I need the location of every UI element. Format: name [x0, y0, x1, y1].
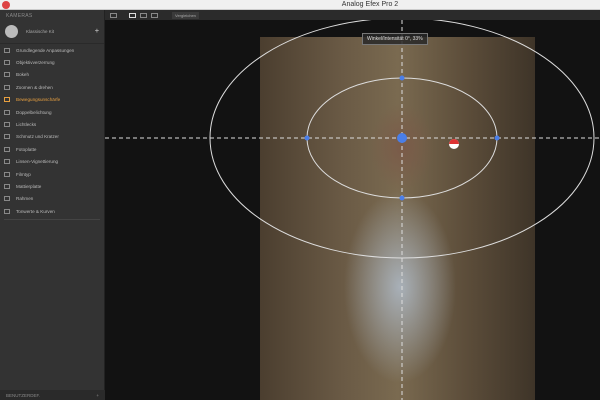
handle-top: [399, 75, 405, 81]
add-icon[interactable]: +: [95, 28, 99, 35]
cursor-icon: [449, 139, 459, 149]
filter-icon: [4, 171, 10, 177]
sidebar-item[interactable]: Filmtyp: [0, 168, 104, 180]
preset-label: Klassische Kit: [26, 29, 55, 34]
sidebar-item-label: Fotoplatte: [16, 146, 37, 152]
filter-icon: [4, 84, 10, 90]
filter-icon: [4, 146, 10, 152]
filter-icon: [4, 60, 10, 66]
filter-icon: [4, 208, 10, 214]
preset-thumbnail: [5, 25, 18, 38]
filter-icon: [4, 183, 10, 189]
filter-icon: [4, 122, 10, 128]
sidebar-item-label: Grundlegende Anpassungen: [16, 47, 75, 53]
sidebar-item-label: Linsen-Vignettierung: [16, 159, 59, 165]
add-custom-button[interactable]: +: [96, 393, 99, 398]
divider: [4, 219, 100, 221]
filter-icon: [4, 109, 10, 115]
motion-blur-overlay: [105, 20, 600, 400]
sidebar-item-label: Schmutz und Kratzer: [16, 134, 59, 140]
handle-bottom: [399, 195, 405, 201]
single-view-icon[interactable]: [129, 12, 136, 18]
sidebar-item-label: Doppelbelichtung: [16, 109, 52, 115]
filter-icon: [4, 159, 10, 165]
sidebar-item-label: Lichtlecks: [16, 122, 37, 128]
sidebar-item[interactable]: Schmutz und Kratzer: [0, 131, 104, 143]
filter-icon: [4, 97, 10, 103]
filter-icon: [4, 47, 10, 53]
sidebar-item[interactable]: Doppelbelichtung: [0, 106, 104, 118]
sidebar-item-label: Mattierplatte: [16, 183, 42, 189]
sidebar-item-label: Filmtyp: [16, 171, 31, 177]
sidebar-item[interactable]: Zoomen & drehen: [0, 81, 104, 93]
filter-icon: [4, 196, 10, 202]
sidebar-footer[interactable]: BENUTZERDEF. +: [0, 390, 105, 400]
filter-icon: [4, 72, 10, 78]
side-by-side-icon[interactable]: [151, 12, 158, 18]
sidebar-item[interactable]: Tonwerte & Kurven: [0, 205, 104, 217]
sidebar-item[interactable]: Bewegungsunschärfe: [0, 94, 104, 106]
sidebar-item-label: Zoomen & drehen: [16, 84, 53, 90]
camera-preset[interactable]: Klassische Kit +: [0, 20, 104, 44]
menu-icon[interactable]: [110, 12, 117, 18]
center-control-point: [397, 133, 407, 143]
compare-button[interactable]: Vergleichen: [172, 11, 199, 19]
image-canvas[interactable]: Winkel/Intensität 0°, 33%: [105, 20, 600, 400]
handle-right: [494, 135, 500, 141]
title-bar: Analog Efex Pro 2: [0, 0, 600, 10]
custom-presets-label: BENUTZERDEF.: [6, 393, 41, 398]
sidebar-item[interactable]: Mattierplatte: [0, 180, 104, 192]
sidebar-item-label: Bewegungsunschärfe: [16, 97, 61, 103]
window-title: Analog Efex Pro 2: [341, 1, 399, 8]
sidebar-item-label: Tonwerte & Kurven: [16, 208, 55, 214]
sidebar-item[interactable]: Linsen-Vignettierung: [0, 156, 104, 168]
sidebar-item[interactable]: Fotoplatte: [0, 143, 104, 155]
split-view-icon[interactable]: [140, 12, 147, 18]
sidebar-item[interactable]: Objektivverzerrung: [0, 56, 104, 68]
sidebar-item[interactable]: Bokeh: [0, 69, 104, 81]
sidebar-item[interactable]: Rahmen: [0, 193, 104, 205]
sidebar-item[interactable]: Grundlegende Anpassungen: [0, 44, 104, 56]
filter-icon: [4, 134, 10, 140]
toolbar: Vergleichen: [105, 10, 600, 20]
sidebar: KAMERAS Klassische Kit + Grundlegende An…: [0, 10, 105, 400]
sidebar-item-label: Bokeh: [16, 72, 30, 78]
angle-intensity-tooltip: Winkel/Intensität 0°, 33%: [362, 33, 428, 45]
sidebar-header: KAMERAS: [6, 13, 33, 19]
sidebar-item-label: Rahmen: [16, 196, 34, 202]
sidebar-item-label: Objektivverzerrung: [16, 60, 55, 66]
handle-left: [304, 135, 310, 141]
sidebar-item[interactable]: Lichtlecks: [0, 118, 104, 130]
